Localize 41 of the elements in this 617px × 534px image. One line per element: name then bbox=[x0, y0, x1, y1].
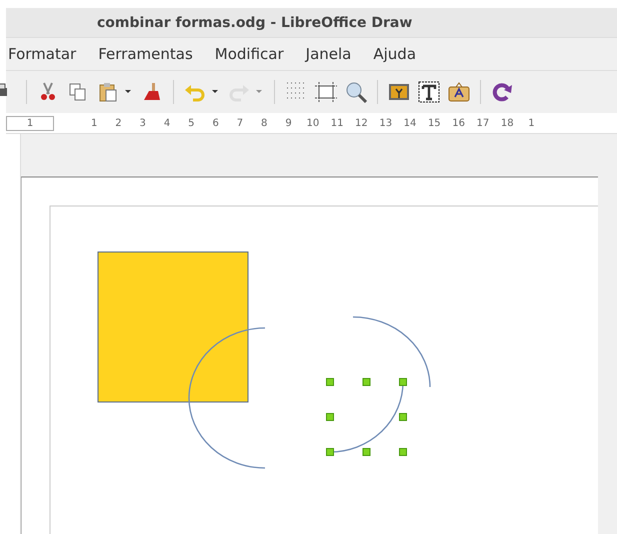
paste-icon[interactable] bbox=[97, 80, 119, 103]
window-title: combinar formas.odg - LibreOffice Draw bbox=[97, 14, 412, 31]
menu-item[interactable]: Ajuda bbox=[373, 44, 416, 63]
ruler-number: 18 bbox=[500, 118, 515, 129]
selection-handle[interactable] bbox=[399, 413, 407, 421]
selection-handle[interactable] bbox=[399, 448, 407, 456]
magnifier-icon[interactable] bbox=[345, 80, 367, 103]
ruler-number: 8 bbox=[260, 118, 268, 129]
ruler-number: 4 bbox=[162, 118, 172, 129]
ruler-number: 15 bbox=[426, 118, 442, 129]
selection-handle[interactable] bbox=[326, 413, 334, 421]
selection-handle[interactable] bbox=[362, 448, 370, 456]
crop-frame-icon[interactable] bbox=[315, 80, 337, 103]
menu-item[interactable]: Janela bbox=[306, 44, 352, 63]
ruler-number: 17 bbox=[476, 118, 490, 129]
menu-item[interactable]: Modificar bbox=[214, 44, 284, 63]
ruler-number: 3 bbox=[138, 118, 147, 129]
brush-icon[interactable] bbox=[141, 80, 163, 103]
ruler-number: 2 bbox=[114, 118, 123, 129]
selection-handle[interactable] bbox=[362, 378, 370, 386]
ruler-number: 16 bbox=[451, 118, 466, 129]
menu-item[interactable]: Ferramentas bbox=[98, 44, 193, 63]
menu-item[interactable]: Formatar bbox=[8, 44, 76, 63]
ruler-number: 6 bbox=[211, 118, 220, 129]
ruler-number: 5 bbox=[187, 118, 196, 129]
ruler-number: 10 bbox=[305, 118, 320, 129]
ruler-number: 11 bbox=[330, 118, 344, 129]
ruler-number: 1 bbox=[90, 118, 98, 129]
ruler-number: 7 bbox=[236, 118, 244, 129]
ruler-number: 13 bbox=[378, 118, 394, 129]
selection-handle[interactable] bbox=[326, 448, 334, 456]
rotate-arrow-icon[interactable] bbox=[491, 80, 513, 103]
selection-handle[interactable] bbox=[399, 378, 407, 386]
text-box-icon[interactable] bbox=[418, 80, 440, 103]
ruler-number: 9 bbox=[284, 118, 293, 129]
frame-letter-icon[interactable] bbox=[448, 80, 470, 103]
ruler-number: 1 bbox=[6, 116, 54, 131]
ruler-number: 12 bbox=[354, 118, 369, 129]
ruler-number: 1 bbox=[527, 118, 536, 129]
ruler-number: 14 bbox=[402, 118, 418, 129]
selection-handle[interactable] bbox=[326, 378, 334, 386]
